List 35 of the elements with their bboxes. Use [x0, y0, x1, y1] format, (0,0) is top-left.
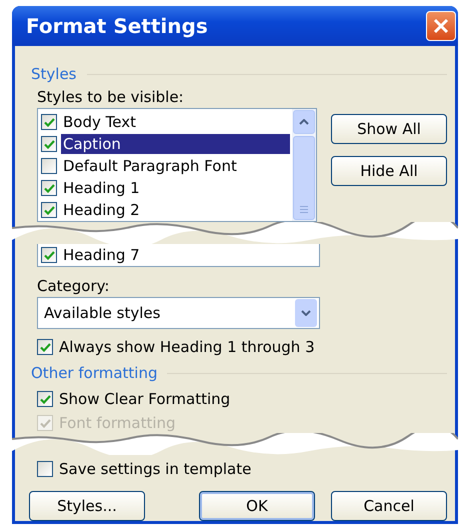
dialog-button[interactable]: OK	[199, 491, 315, 521]
list-item[interactable]: Heading 1	[61, 178, 290, 198]
list-item[interactable]: Heading 7	[61, 245, 319, 265]
list-item[interactable]: Body Text	[61, 112, 290, 132]
grip-icon	[300, 206, 308, 213]
list-item[interactable]: Caption	[61, 134, 290, 154]
scrollbar[interactable]	[292, 109, 316, 221]
category-label: Category:	[37, 276, 110, 297]
checkbox[interactable]	[41, 247, 57, 263]
side-button[interactable]: Show All	[331, 114, 447, 144]
dialog-button[interactable]: Cancel	[331, 491, 447, 521]
checkbox[interactable]	[37, 339, 53, 355]
list-label: Styles to be visible:	[37, 87, 185, 108]
checkbox[interactable]	[41, 180, 57, 196]
section-heading: Styles	[31, 65, 76, 83]
dialog-button[interactable]: Styles...	[29, 491, 145, 521]
chevron-up-icon	[299, 119, 309, 125]
side-button[interactable]: Hide All	[331, 156, 447, 186]
window-title: Format Settings	[25, 14, 208, 38]
category-dropdown[interactable]: Available styles	[37, 297, 320, 329]
checkbox[interactable]	[41, 114, 57, 130]
list-item[interactable]: Default Paragraph Font	[61, 156, 290, 176]
list-item[interactable]: Heading 2	[61, 200, 290, 220]
checkbox[interactable]	[41, 202, 57, 218]
section-heading: Other formatting	[31, 364, 158, 382]
chevron-down-icon	[301, 310, 311, 316]
checkbox[interactable]	[41, 136, 57, 152]
checkbox-label[interactable]: Save settings in template	[59, 460, 252, 478]
checkbox[interactable]	[37, 461, 53, 477]
checkbox[interactable]	[41, 158, 57, 174]
checkbox-label[interactable]: Always show Heading 1 through 3	[59, 338, 315, 356]
checkbox[interactable]	[37, 391, 53, 407]
close-button[interactable]	[426, 11, 456, 41]
close-icon	[433, 18, 449, 34]
checkbox-label[interactable]: Show Clear Formatting	[59, 390, 230, 408]
